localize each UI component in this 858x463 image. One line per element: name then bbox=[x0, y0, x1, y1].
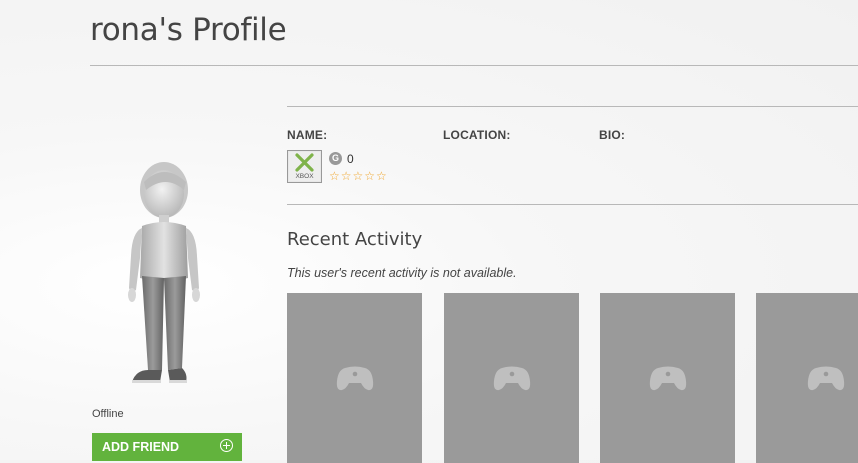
title-divider bbox=[90, 65, 858, 66]
online-status: Offline bbox=[92, 408, 124, 420]
gamerscore-icon: G bbox=[329, 152, 342, 165]
activity-tile[interactable] bbox=[756, 293, 858, 463]
controller-icon bbox=[493, 366, 530, 391]
activity-tile[interactable] bbox=[600, 293, 735, 463]
bio-label: BIO: bbox=[599, 128, 626, 142]
activity-tile[interactable] bbox=[444, 293, 579, 463]
name-label: NAME: bbox=[287, 128, 328, 142]
location-label: LOCATION: bbox=[443, 128, 511, 142]
controller-icon bbox=[336, 366, 373, 391]
gamerpic[interactable]: XBOX bbox=[287, 150, 322, 183]
recent-activity-note: This user's recent activity is not avail… bbox=[287, 266, 517, 280]
info-top-divider bbox=[287, 106, 858, 107]
controller-icon bbox=[807, 366, 845, 391]
avatar bbox=[118, 160, 214, 390]
reputation-stars: ☆☆☆☆☆ bbox=[329, 169, 388, 183]
gamerscore-value: 0 bbox=[347, 152, 354, 166]
plus-circle-icon bbox=[220, 439, 233, 452]
recent-activity-title: Recent Activity bbox=[287, 229, 423, 250]
add-friend-button[interactable]: ADD FRIEND bbox=[92, 433, 242, 461]
xbox-logo-icon: XBOX bbox=[289, 152, 320, 181]
add-friend-label: ADD FRIEND bbox=[102, 440, 180, 454]
page-title: rona's Profile bbox=[90, 12, 287, 48]
controller-icon bbox=[649, 366, 686, 391]
info-bottom-divider bbox=[287, 204, 858, 205]
xbox-logo-text: XBOX bbox=[295, 173, 314, 180]
activity-tile[interactable] bbox=[287, 293, 422, 463]
